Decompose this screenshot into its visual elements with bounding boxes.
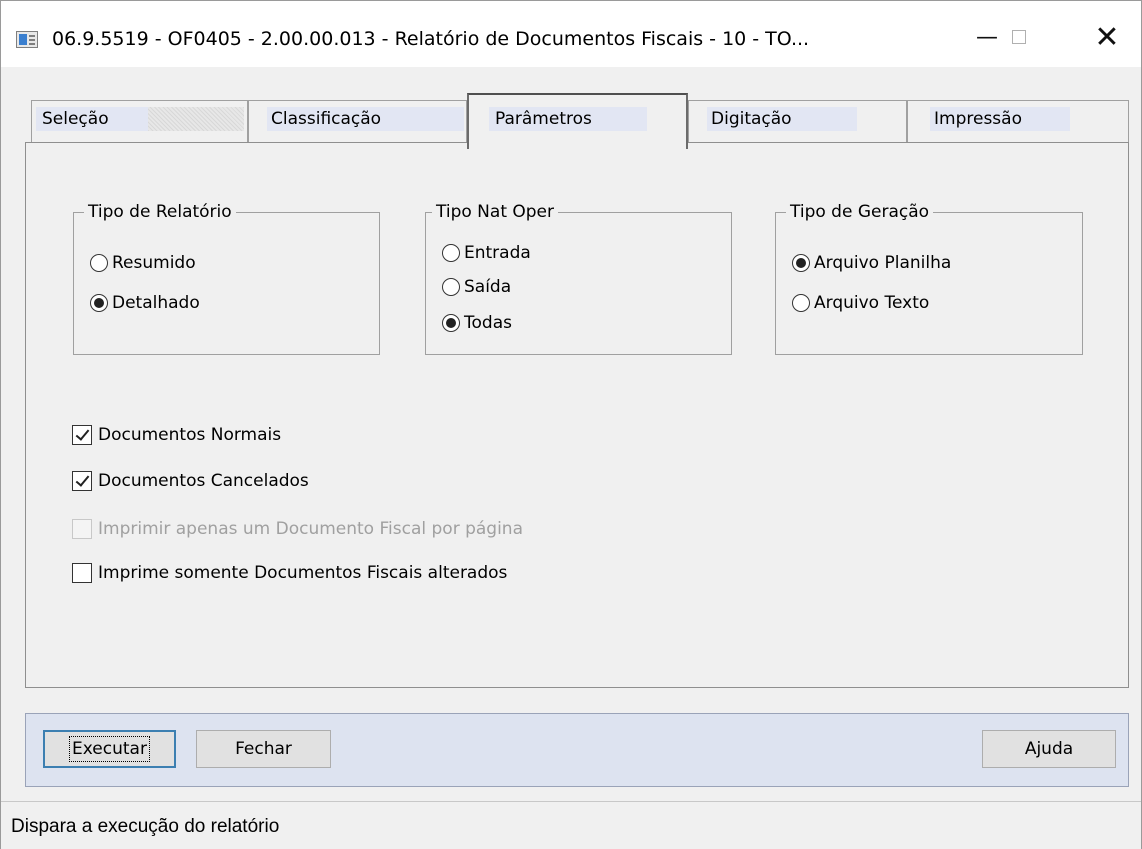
checkbox[interactable] bbox=[72, 563, 92, 583]
status-text: Dispara a execução do relatório bbox=[11, 816, 280, 837]
radio-label: Entrada bbox=[464, 243, 531, 263]
group-title: Tipo de Geração bbox=[786, 200, 934, 224]
radio-resumido[interactable]: Resumido bbox=[90, 253, 196, 273]
checkbox bbox=[72, 519, 92, 539]
checkbox-label: Imprime somente Documentos Fiscais alter… bbox=[98, 563, 508, 583]
radio-button[interactable] bbox=[90, 254, 108, 272]
tab-parametros[interactable]: Parâmetros bbox=[467, 93, 688, 149]
close-button-label: Fechar bbox=[235, 739, 292, 759]
help-button-label: Ajuda bbox=[1024, 739, 1074, 759]
radio-label: Saída bbox=[464, 277, 512, 297]
close-icon: ✕ bbox=[1094, 19, 1120, 55]
radio-label: Detalhado bbox=[112, 293, 200, 313]
radio-label: Todas bbox=[464, 313, 512, 333]
group-tipo-nat-oper: Tipo Nat Oper Entrada Saída Todas bbox=[425, 200, 732, 355]
radio-button[interactable] bbox=[442, 314, 460, 332]
app-window-icon[interactable] bbox=[16, 31, 38, 48]
title-bar[interactable]: 06.9.5519 - OF0405 - 2.00.00.013 - Relat… bbox=[1, 1, 1141, 67]
radio-detalhado[interactable]: Detalhado bbox=[90, 293, 200, 313]
checkbox-documentos-normais[interactable]: Documentos Normais bbox=[72, 425, 281, 445]
tab-label: Seleção bbox=[36, 107, 148, 131]
report-window: 06.9.5519 - OF0405 - 2.00.00.013 - Relat… bbox=[0, 0, 1142, 849]
parameters-panel: Tipo de Relatório Resumido Detalhado Tip… bbox=[25, 142, 1129, 688]
close-window-button[interactable]: ✕ bbox=[1079, 17, 1135, 57]
radio-label: Arquivo Texto bbox=[814, 293, 930, 313]
tab-label: Parâmetros bbox=[489, 107, 647, 131]
radio-label: Resumido bbox=[112, 253, 196, 273]
radio-label: Arquivo Planilha bbox=[814, 253, 952, 273]
group-title: Tipo de Relatório bbox=[84, 200, 236, 224]
help-button[interactable]: Ajuda bbox=[982, 730, 1116, 768]
radio-button[interactable] bbox=[442, 278, 460, 296]
execute-button[interactable]: Executar bbox=[43, 730, 176, 768]
tab-classificacao[interactable]: Classificação bbox=[248, 100, 467, 142]
group-tipo-geracao: Tipo de Geração Arquivo Planilha Arquivo… bbox=[775, 200, 1083, 355]
radio-arquivo-planilha[interactable]: Arquivo Planilha bbox=[792, 253, 951, 273]
tab-hatch bbox=[148, 107, 244, 131]
radio-button[interactable] bbox=[792, 294, 810, 312]
checkbox-documentos-cancelados[interactable]: Documentos Cancelados bbox=[72, 471, 309, 491]
radio-button[interactable] bbox=[792, 254, 810, 272]
tab-label: Digitação bbox=[707, 107, 857, 131]
maximize-button[interactable] bbox=[991, 17, 1047, 57]
group-tipo-relatorio: Tipo de Relatório Resumido Detalhado bbox=[73, 200, 380, 355]
checkbox[interactable] bbox=[72, 425, 92, 445]
checkbox-um-documento-por-pagina: Imprimir apenas um Documento Fiscal por … bbox=[72, 519, 523, 539]
window-title: 06.9.5519 - OF0405 - 2.00.00.013 - Relat… bbox=[52, 28, 810, 50]
radio-button[interactable] bbox=[442, 244, 460, 262]
radio-todas[interactable]: Todas bbox=[442, 313, 512, 333]
checkbox[interactable] bbox=[72, 471, 92, 491]
radio-button[interactable] bbox=[90, 294, 108, 312]
radio-saida[interactable]: Saída bbox=[442, 277, 511, 297]
tab-impressao[interactable]: Impressão bbox=[907, 100, 1129, 142]
maximize-icon bbox=[1012, 30, 1026, 44]
checkbox-label: Imprimir apenas um Documento Fiscal por … bbox=[98, 519, 523, 539]
checkbox-somente-alterados[interactable]: Imprime somente Documentos Fiscais alter… bbox=[72, 563, 507, 583]
tab-label: Impressão bbox=[930, 107, 1070, 131]
radio-entrada[interactable]: Entrada bbox=[442, 243, 531, 263]
tab-label: Classificação bbox=[267, 107, 464, 131]
checkbox-label: Documentos Normais bbox=[98, 425, 282, 445]
group-title: Tipo Nat Oper bbox=[432, 200, 559, 224]
tab-digitacao[interactable]: Digitação bbox=[688, 100, 907, 142]
tab-selecao[interactable]: Seleção bbox=[31, 100, 248, 142]
checkbox-label: Documentos Cancelados bbox=[98, 471, 309, 491]
radio-arquivo-texto[interactable]: Arquivo Texto bbox=[792, 293, 929, 313]
status-bar: Dispara a execução do relatório bbox=[1, 801, 1141, 849]
execute-button-label: Executar bbox=[69, 736, 150, 762]
close-button[interactable]: Fechar bbox=[196, 730, 331, 768]
button-bar: Executar Fechar Ajuda bbox=[25, 713, 1129, 787]
